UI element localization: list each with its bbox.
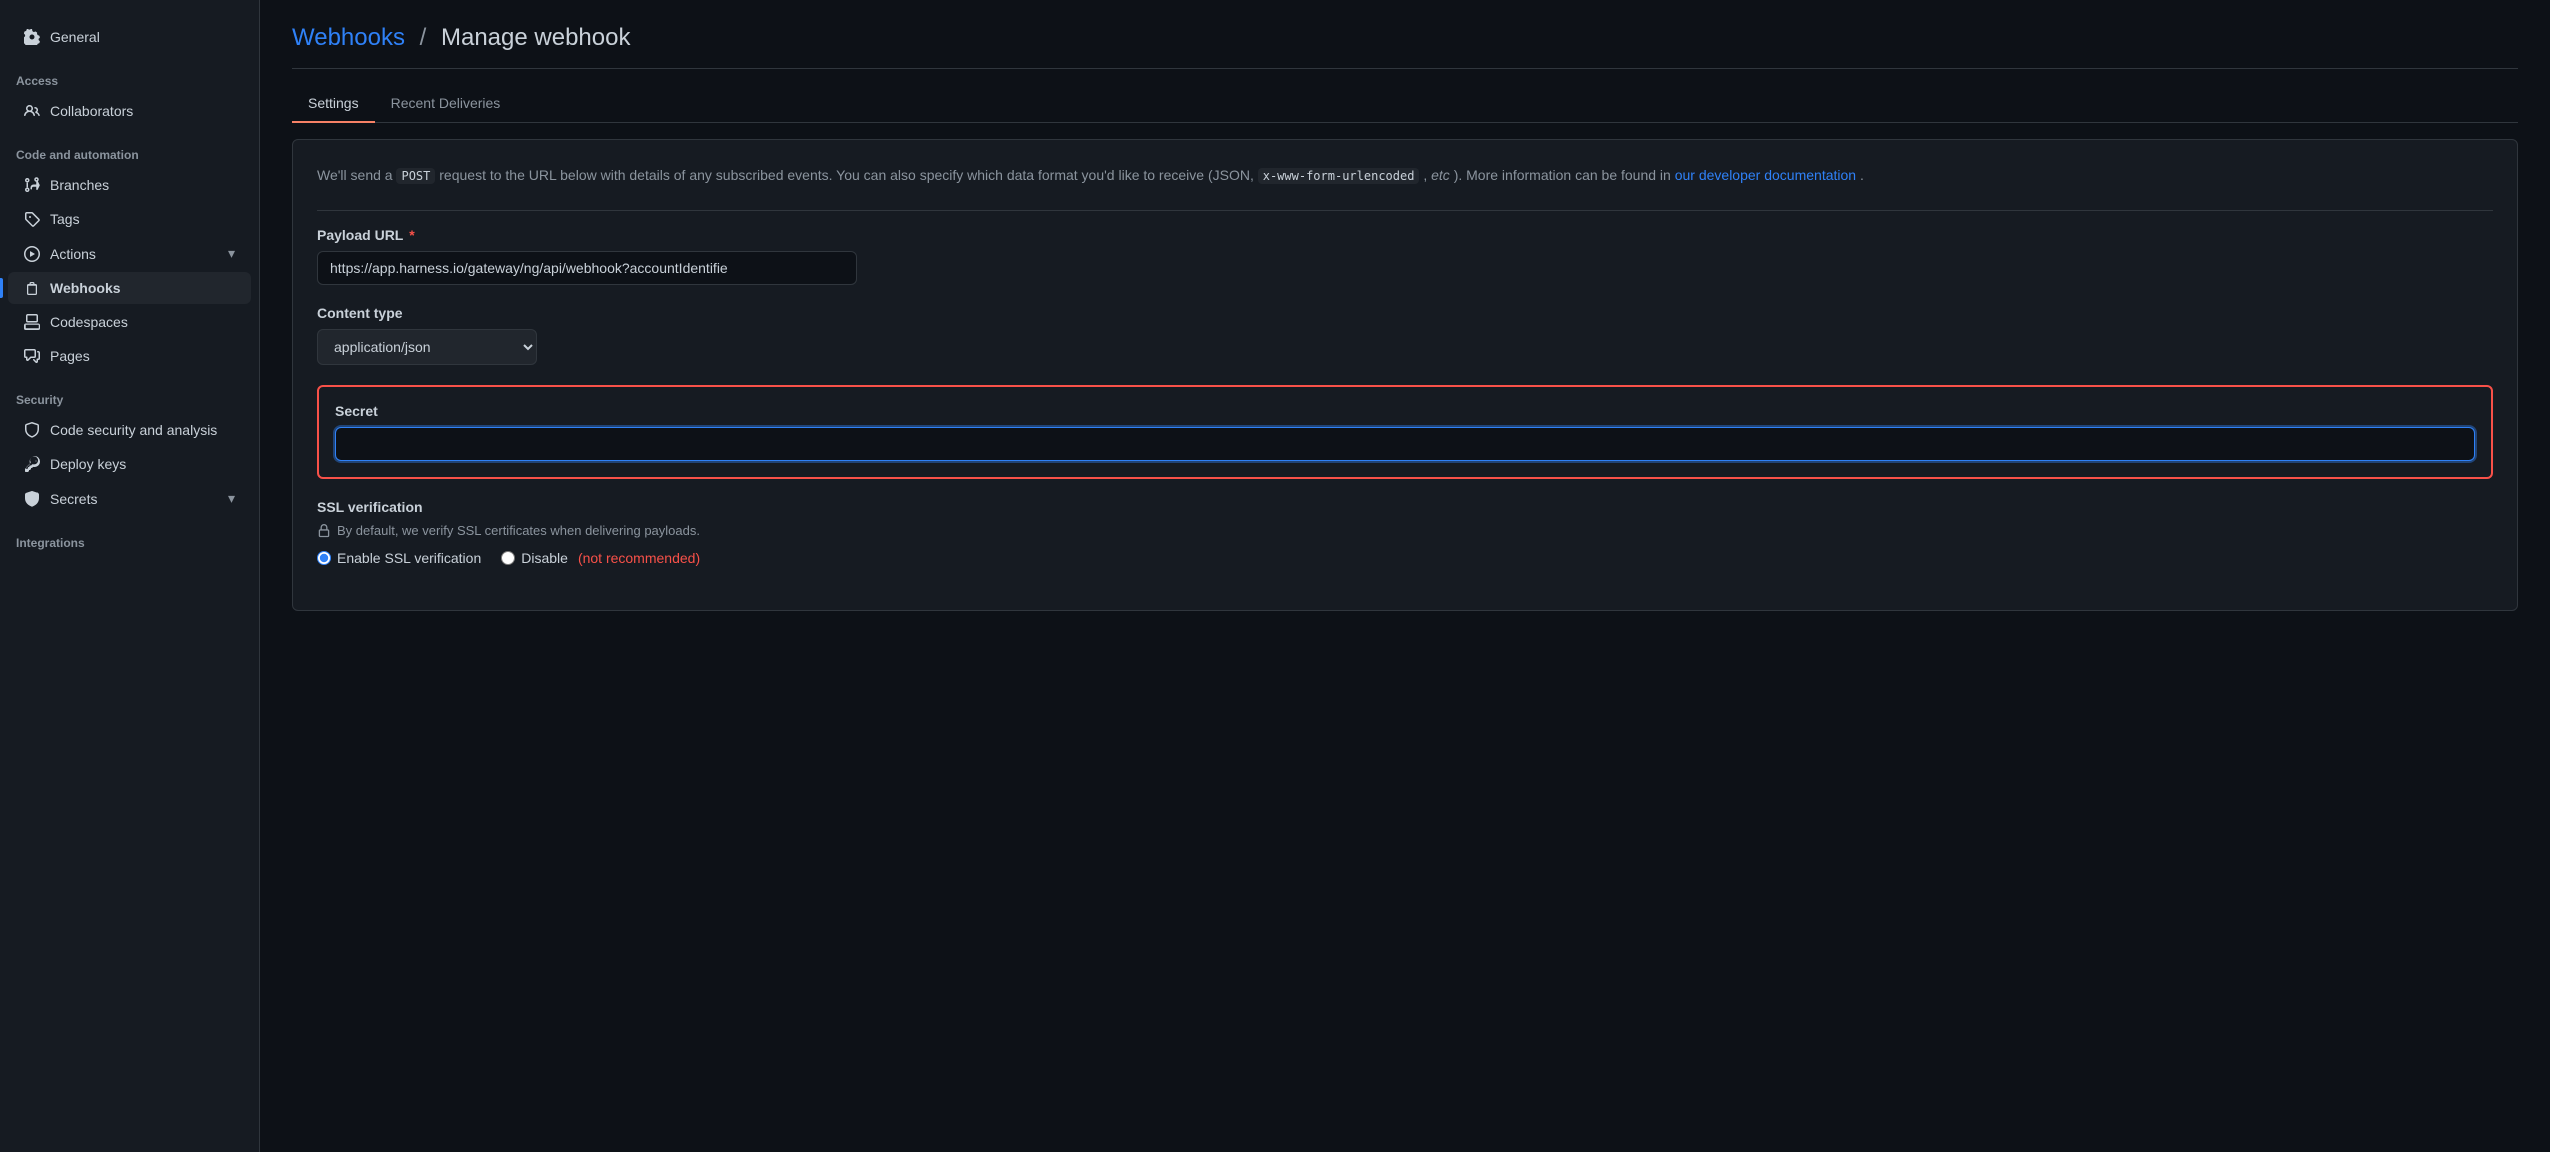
ssl-enable-radio[interactable] — [317, 551, 331, 565]
sidebar-item-branches[interactable]: Branches — [8, 169, 251, 201]
sidebar-item-deploy-keys[interactable]: Deploy keys — [8, 448, 251, 480]
main-content: Webhooks / Manage webhook Settings Recen… — [260, 0, 2550, 1152]
ssl-description: By default, we verify SSL certificates w… — [317, 523, 2493, 538]
pages-label: Pages — [50, 348, 90, 364]
sidebar-section-access: Access — [0, 54, 259, 94]
pages-icon — [24, 348, 40, 364]
sidebar-item-codespaces[interactable]: Codespaces — [8, 306, 251, 338]
divider-1 — [317, 210, 2493, 211]
codespaces-label: Codespaces — [50, 314, 128, 330]
payload-url-input[interactable] — [317, 251, 857, 285]
sidebar: General Access Collaborators Code and au… — [0, 0, 260, 1152]
sidebar-item-general-label: General — [50, 29, 100, 45]
tabs-bar: Settings Recent Deliveries — [292, 85, 2518, 123]
sidebar-item-collaborators[interactable]: Collaborators — [8, 95, 251, 127]
branches-label: Branches — [50, 177, 109, 193]
secrets-chevron-icon: ▾ — [228, 490, 235, 507]
payload-url-group: Payload URL * — [317, 227, 2493, 285]
info-code-form: x-www-form-urlencoded — [1258, 168, 1420, 184]
breadcrumb-current: Manage webhook — [441, 24, 630, 51]
tab-recent-deliveries[interactable]: Recent Deliveries — [375, 85, 517, 123]
gear-icon — [24, 29, 40, 45]
info-code-etc: etc — [1431, 167, 1450, 183]
play-icon — [24, 246, 40, 262]
info-code-post: POST — [396, 168, 435, 184]
ssl-disable-label: Disable — [521, 550, 568, 566]
webhook-icon — [24, 280, 40, 296]
actions-chevron-icon: ▾ — [228, 245, 235, 262]
actions-label: Actions — [50, 246, 96, 262]
lock-icon — [317, 524, 331, 538]
ssl-enable-option[interactable]: Enable SSL verification — [317, 550, 481, 566]
info-text-part5: . — [1860, 167, 1864, 183]
breadcrumb-separator: / — [420, 24, 427, 51]
breadcrumb-webhooks[interactable]: Webhooks — [292, 24, 405, 51]
code-security-label: Code security and analysis — [50, 422, 217, 438]
sidebar-section-code-automation: Code and automation — [0, 128, 259, 168]
ssl-disable-radio[interactable] — [501, 551, 515, 565]
secret-input[interactable] — [335, 427, 2475, 461]
sidebar-item-actions[interactable]: Actions ▾ — [8, 237, 251, 270]
info-text-part3: , — [1423, 167, 1431, 183]
page-header: Webhooks / Manage webhook — [292, 24, 2518, 69]
deploy-keys-label: Deploy keys — [50, 456, 126, 472]
ssl-enable-label: Enable SSL verification — [337, 550, 481, 566]
people-icon — [24, 103, 40, 119]
sidebar-item-tags[interactable]: Tags — [8, 203, 251, 235]
ssl-not-recommended-label: (not recommended) — [578, 550, 700, 566]
ssl-radio-group: Enable SSL verification Disable (not rec… — [317, 550, 2493, 566]
secret-icon — [24, 491, 40, 507]
tag-icon — [24, 211, 40, 227]
content-type-select[interactable]: application/json application/x-www-form-… — [317, 329, 537, 365]
git-branch-icon — [24, 177, 40, 193]
ssl-title: SSL verification — [317, 499, 2493, 515]
secret-label: Secret — [335, 403, 2475, 419]
info-text-part2: request to the URL below with details of… — [439, 167, 1257, 183]
info-text-part4: ). More information can be found in — [1454, 167, 1675, 183]
collaborators-label: Collaborators — [50, 103, 133, 119]
info-description: We'll send a POST request to the URL bel… — [317, 164, 2493, 186]
content-type-group: Content type application/json applicatio… — [317, 305, 2493, 365]
secrets-label: Secrets — [50, 491, 97, 507]
ssl-disable-option[interactable]: Disable (not recommended) — [501, 550, 700, 566]
developer-docs-link[interactable]: our developer documentation — [1675, 167, 1856, 183]
webhook-form: We'll send a POST request to the URL bel… — [292, 139, 2518, 611]
codespaces-icon — [24, 314, 40, 330]
sidebar-item-code-security[interactable]: Code security and analysis — [8, 414, 251, 446]
sidebar-item-secrets[interactable]: Secrets ▾ — [8, 482, 251, 515]
sidebar-item-webhooks[interactable]: Webhooks — [8, 272, 251, 304]
payload-url-required: * — [405, 227, 414, 243]
content-type-label: Content type — [317, 305, 2493, 321]
sidebar-section-security: Security — [0, 373, 259, 413]
sidebar-section-integrations: Integrations — [0, 516, 259, 556]
tags-label: Tags — [50, 211, 80, 227]
key-icon — [24, 456, 40, 472]
sidebar-item-general[interactable]: General — [8, 21, 251, 53]
info-text-part1: We'll send a — [317, 167, 396, 183]
webhooks-label: Webhooks — [50, 280, 121, 296]
ssl-section: SSL verification By default, we verify S… — [317, 499, 2493, 566]
sidebar-item-pages[interactable]: Pages — [8, 340, 251, 372]
secret-section: Secret — [317, 385, 2493, 479]
tab-settings[interactable]: Settings — [292, 85, 375, 123]
shield-icon — [24, 422, 40, 438]
payload-url-label: Payload URL * — [317, 227, 2493, 243]
